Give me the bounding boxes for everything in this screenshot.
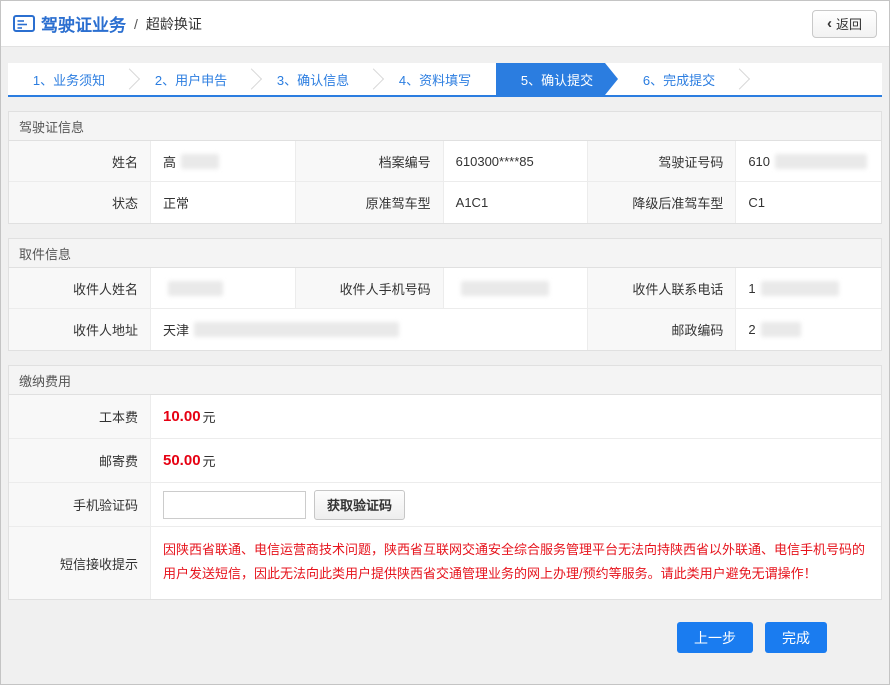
postage-fee-unit: 元	[203, 451, 216, 470]
postcode-text: 2	[748, 322, 755, 337]
license-no-value: 610	[736, 141, 881, 182]
redacted-text	[181, 154, 219, 169]
pickup-info-section: 取件信息 收件人姓名 收件人手机号码 收件人联系电话 1 收件人地址 天津 邮政…	[8, 238, 882, 351]
recipient-address-text: 天津	[163, 320, 189, 339]
license-no-text: 610	[748, 154, 770, 169]
production-fee-unit: 元	[203, 407, 216, 426]
recipient-mobile-label: 收件人手机号码	[296, 268, 444, 309]
redacted-text	[461, 281, 549, 296]
postcode-value: 2	[736, 309, 881, 350]
redacted-text	[168, 281, 223, 296]
license-no-label: 驾驶证号码	[588, 141, 736, 182]
redacted-text	[775, 154, 867, 169]
redacted-text	[761, 322, 801, 337]
step-label: 6、完成提交	[643, 70, 715, 89]
redacted-text	[761, 281, 839, 296]
get-code-button[interactable]: 获取验证码	[314, 490, 405, 520]
fees-section: 缴纳费用 工本费 10.00 元 邮寄费 50.00 元 手机验证码 获取验证码…	[8, 365, 882, 600]
postage-fee-amount: 50.00	[163, 452, 201, 469]
finish-button[interactable]: 完成	[765, 622, 827, 653]
pickup-section-title: 取件信息	[9, 239, 881, 268]
topbar: 驾驶证业务 / 超龄换证 ‹ 返回	[1, 1, 889, 47]
sms-code-input[interactable]	[163, 491, 306, 519]
step-tab-fill-materials[interactable]: 4、资料填写	[374, 63, 496, 95]
production-fee-label: 工本费	[9, 395, 151, 439]
recipient-mobile-value	[444, 268, 589, 309]
footer-actions: 上一步 完成	[8, 622, 882, 653]
license-info-section: 驾驶证信息 姓名 高 档案编号 610300****85 驾驶证号码 610 状…	[8, 111, 882, 224]
sms-notice-text: 因陕西省联通、电信运营商技术问题，陕西省互联网交通安全综合服务管理平台无法向持陕…	[151, 527, 881, 599]
back-button[interactable]: ‹ 返回	[812, 10, 877, 38]
status-label: 状态	[9, 182, 151, 223]
redacted-text	[194, 322, 399, 337]
production-fee-amount: 10.00	[163, 408, 201, 425]
step-label: 5、确认提交	[521, 70, 593, 89]
page-title: 驾驶证业务	[41, 11, 126, 36]
recipient-name-label: 收件人姓名	[9, 268, 151, 309]
title-divider: /	[134, 16, 138, 32]
step-label: 4、资料填写	[399, 70, 471, 89]
step-tab-confirm-submit[interactable]: 5、确认提交	[496, 63, 618, 95]
production-fee-value: 10.00 元	[151, 395, 881, 439]
license-section-title: 驾驶证信息	[9, 112, 881, 141]
name-text: 高	[163, 152, 176, 171]
recipient-phone-label: 收件人联系电话	[588, 268, 736, 309]
step-label: 3、确认信息	[277, 70, 349, 89]
step-tab-confirm-info[interactable]: 3、确认信息	[252, 63, 374, 95]
sms-notice-label: 短信接收提示	[9, 527, 151, 599]
step-tabs: 1、业务须知 2、用户申告 3、确认信息 4、资料填写 5、确认提交 6、完成提…	[8, 63, 882, 97]
back-label: 返回	[836, 14, 862, 33]
status-value: 正常	[151, 182, 296, 223]
step-label: 1、业务须知	[33, 70, 105, 89]
step-tab-business-notice[interactable]: 1、业务须知	[8, 63, 130, 95]
downgrade-class-value: C1	[736, 182, 881, 223]
file-no-value: 610300****85	[444, 141, 589, 182]
postage-fee-value: 50.00 元	[151, 439, 881, 483]
fees-table: 工本费 10.00 元 邮寄费 50.00 元 手机验证码 获取验证码 短信接收…	[9, 395, 881, 599]
postcode-label: 邮政编码	[588, 309, 736, 350]
license-info-table: 姓名 高 档案编号 610300****85 驾驶证号码 610 状态 正常 原…	[9, 141, 881, 223]
step-label: 2、用户申告	[155, 70, 227, 89]
license-service-icon	[13, 15, 35, 32]
recipient-phone-value: 1	[736, 268, 881, 309]
back-chevron-icon: ‹	[827, 16, 832, 31]
recipient-address-value: 天津	[151, 309, 588, 350]
fees-section-title: 缴纳费用	[9, 366, 881, 395]
orig-class-value: A1C1	[444, 182, 589, 223]
file-no-label: 档案编号	[296, 141, 444, 182]
name-label: 姓名	[9, 141, 151, 182]
recipient-address-label: 收件人地址	[9, 309, 151, 350]
step-tab-user-declaration[interactable]: 2、用户申告	[130, 63, 252, 95]
step-separator-icon	[729, 68, 750, 89]
step-tab-finish-submit[interactable]: 6、完成提交	[618, 63, 740, 95]
sms-code-row: 获取验证码	[151, 483, 881, 527]
pickup-info-table: 收件人姓名 收件人手机号码 收件人联系电话 1 收件人地址 天津 邮政编码 2	[9, 268, 881, 350]
prev-step-button[interactable]: 上一步	[677, 622, 753, 653]
page-subtitle: 超龄换证	[146, 14, 202, 34]
downgrade-class-label: 降级后准驾车型	[588, 182, 736, 223]
postage-fee-label: 邮寄费	[9, 439, 151, 483]
name-value: 高	[151, 141, 296, 182]
sms-code-label: 手机验证码	[9, 483, 151, 527]
orig-class-label: 原准驾车型	[296, 182, 444, 223]
recipient-name-value	[151, 268, 296, 309]
recipient-phone-text: 1	[748, 281, 755, 296]
